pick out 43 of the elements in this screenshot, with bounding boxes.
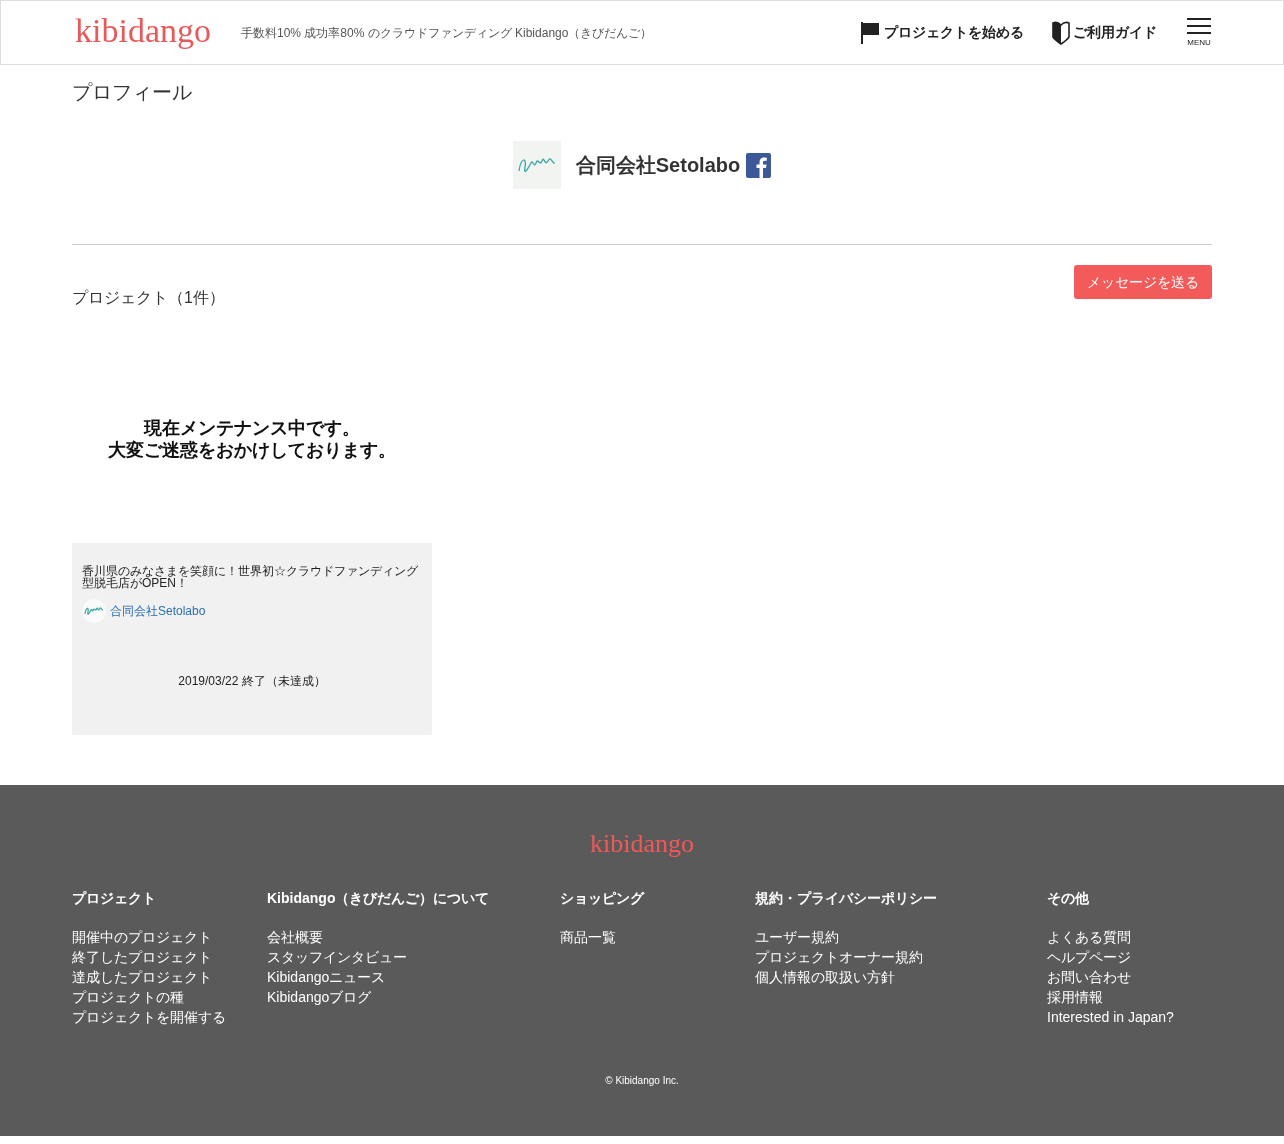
maintenance-text: 大変ご迷惑をおかけしております。 (108, 439, 396, 461)
footer-link[interactable]: よくある質問 (1047, 927, 1212, 947)
project-card[interactable]: 現在メンテナンス中です。 大変ご迷惑をおかけしております。 香川県のみなさまを笑顔に！世界初☆クラウドファンディング型脱毛店がOPEN！ 合同会社Setolabo 2019/03/22 終了（未達成） (72, 335, 432, 735)
footer-link[interactable]: ユーザー規約 (755, 927, 1047, 947)
projects-heading: プロジェクト（1件） (72, 288, 226, 308)
footer-heading: プロジェクト (72, 889, 157, 908)
shield-icon (1052, 20, 1070, 45)
avatar-icon (82, 599, 106, 623)
footer-link[interactable]: 開催中のプロジェクト (72, 927, 267, 947)
footer-link[interactable]: 商品一覧 (560, 927, 755, 947)
project-status: 2019/03/22 終了（未達成） (177, 673, 327, 690)
flag-icon (861, 20, 881, 45)
footer-link[interactable]: 採用情報 (1047, 987, 1212, 1007)
guide-link[interactable]: ご利用ガイド (1052, 20, 1157, 45)
footer-link[interactable]: 個人情報の取扱い方針 (755, 967, 1047, 987)
footer-link[interactable]: プロジェクトの種 (72, 987, 267, 1007)
facebook-icon[interactable] (746, 152, 772, 178)
footer-link[interactable]: ヘルプページ (1047, 947, 1212, 967)
tagline: 手数料10% 成功率80% のクラウドファンディング Kibidango（きびだんご） (241, 24, 653, 42)
start-project-link[interactable]: プロジェクトを始める (861, 20, 1024, 45)
footer-link[interactable]: お問い合わせ (1047, 967, 1212, 987)
maintenance-text: 現在メンテナンス中です。 (144, 417, 360, 439)
avatar-icon (512, 141, 561, 189)
footer-link[interactable]: プロジェクトを開催する (72, 1007, 267, 1027)
footer-link[interactable]: 会社概要 (267, 927, 560, 947)
footer-heading: その他 (1047, 889, 1090, 908)
copyright: © Kibidango Inc. (605, 1074, 679, 1088)
profile-name: 合同会社Setolabo (575, 153, 741, 178)
footer-heading: 規約・プライバシーポリシー (755, 889, 938, 908)
footer-link[interactable]: プロジェクトオーナー規約 (755, 947, 1047, 967)
footer-heading: Kibidango（きびだんご）について (267, 889, 491, 908)
owner-link[interactable]: 合同会社Setolabo (110, 602, 206, 620)
footer-heading: ショッピング (560, 889, 646, 908)
footer-link[interactable]: Interested in Japan? (1047, 1007, 1212, 1027)
logo[interactable]: kibidango (75, 13, 211, 48)
footer-link[interactable]: 終了したプロジェクト (72, 947, 267, 967)
menu-button[interactable]: MENU (1187, 18, 1211, 47)
project-title[interactable]: 香川県のみなさまを笑顔に！世界初☆クラウドファンディング型脱毛店がOPEN！ (82, 565, 422, 589)
footer-link[interactable]: Kibidangoニュース (267, 967, 560, 987)
page-title: プロフィール (72, 80, 193, 105)
footer-link[interactable]: Kibidangoブログ (267, 987, 560, 1007)
footer-link[interactable]: 達成したプロジェクト (72, 967, 267, 987)
footer-link[interactable]: スタッフインタビュー (267, 947, 560, 967)
